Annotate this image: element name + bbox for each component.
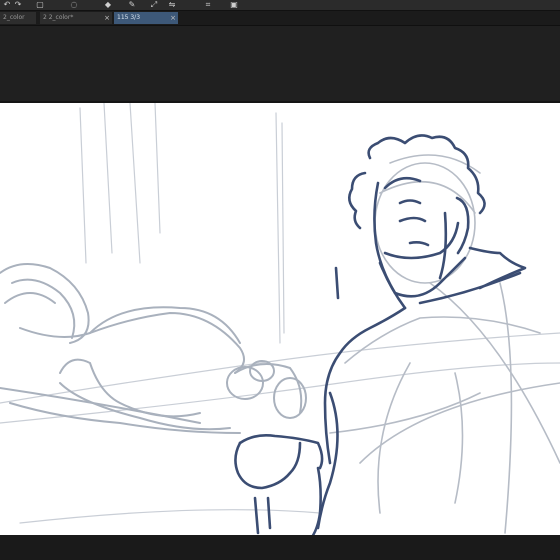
transform-icon[interactable]: ⤢	[150, 1, 158, 9]
undo-icon[interactable]: ↶	[3, 1, 11, 9]
drawing-canvas[interactable]	[0, 101, 560, 537]
close-icon[interactable]: ×	[170, 12, 176, 24]
lasso-icon[interactable]: ◌	[70, 1, 78, 9]
tab-label: 115 3/3	[117, 14, 141, 21]
close-icon[interactable]: ×	[104, 12, 110, 24]
crop-icon[interactable]: ⌗	[204, 1, 212, 9]
top-toolbar: ↶ ↷ ▢ ◌ ◆ ✎ ⤢ ⇋ ⌗ ▣	[0, 0, 560, 11]
redo-icon[interactable]: ↷	[14, 1, 22, 9]
tab-label: 2 2_color*	[43, 14, 74, 21]
workspace-background	[0, 26, 560, 101]
bottom-bar	[0, 535, 560, 560]
document-tab-bar: 2_color 2 2_color* × 115 3/3 ×	[0, 11, 560, 26]
background-sketch-lines	[0, 103, 560, 524]
tab-2-2-color[interactable]: 2 2_color* ×	[40, 12, 112, 24]
selection-icon[interactable]: ▢	[36, 1, 44, 9]
fill-icon[interactable]: ◆	[104, 1, 112, 9]
eyedropper-icon[interactable]: ✎	[128, 1, 136, 9]
gray-body-strokes	[329, 154, 560, 534]
view-icon[interactable]: ▣	[230, 1, 238, 9]
flip-icon[interactable]: ⇋	[168, 1, 176, 9]
sketch-artwork	[0, 103, 560, 537]
tab-2-color[interactable]: 2_color	[0, 12, 36, 24]
tab-115[interactable]: 115 3/3 ×	[114, 12, 178, 24]
gray-figure-sketch	[0, 263, 307, 434]
tab-label: 2_color	[3, 14, 25, 21]
